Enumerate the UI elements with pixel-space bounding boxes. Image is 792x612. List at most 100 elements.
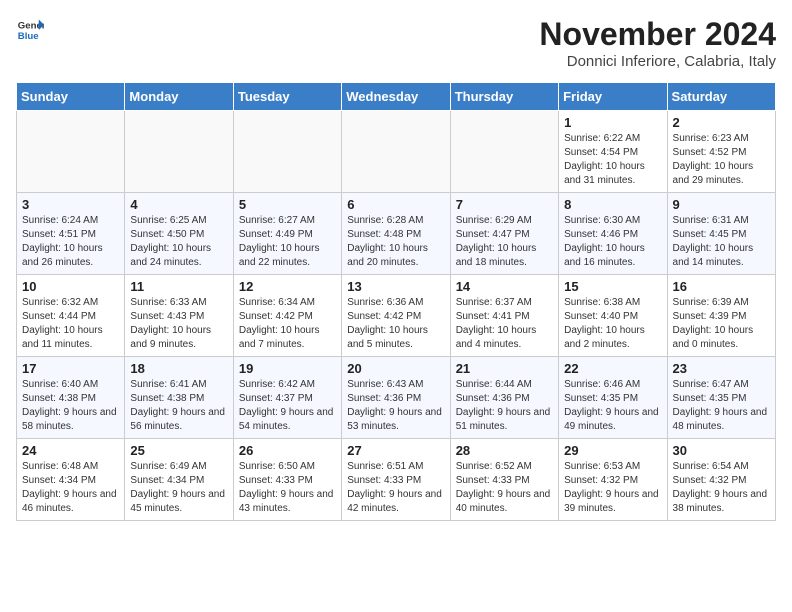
day-info: Sunrise: 6:37 AM Sunset: 4:41 PM Dayligh…: [456, 296, 553, 352]
day-number: 12: [239, 279, 336, 294]
day-info: Sunrise: 6:39 AM Sunset: 4:39 PM Dayligh…: [673, 296, 770, 352]
day-number: 10: [22, 279, 119, 294]
calendar-cell: 14 Sunrise: 6:37 AM Sunset: 4:41 PM Dayli…: [450, 275, 558, 357]
day-number: 8: [564, 197, 661, 212]
day-number: 14: [456, 279, 553, 294]
day-info: Sunrise: 6:34 AM Sunset: 4:42 PM Dayligh…: [239, 296, 336, 352]
calendar-cell: 22 Sunrise: 6:46 AM Sunset: 4:35 PM Dayli…: [559, 357, 667, 439]
day-info: Sunrise: 6:54 AM Sunset: 4:32 PM Dayligh…: [673, 460, 770, 516]
calendar-cell: 17 Sunrise: 6:40 AM Sunset: 4:38 PM Dayli…: [17, 357, 125, 439]
day-info: Sunrise: 6:29 AM Sunset: 4:47 PM Dayligh…: [456, 214, 553, 270]
day-info: Sunrise: 6:27 AM Sunset: 4:49 PM Dayligh…: [239, 214, 336, 270]
calendar-cell: 3 Sunrise: 6:24 AM Sunset: 4:51 PM Daylig…: [17, 193, 125, 275]
day-header-wednesday: Wednesday: [342, 83, 450, 111]
day-number: 6: [347, 197, 444, 212]
day-number: 1: [564, 115, 661, 130]
calendar-cell: 5 Sunrise: 6:27 AM Sunset: 4:49 PM Daylig…: [233, 193, 341, 275]
day-info: Sunrise: 6:46 AM Sunset: 4:35 PM Dayligh…: [564, 378, 661, 434]
day-number: 21: [456, 361, 553, 376]
day-number: 28: [456, 443, 553, 458]
day-header-saturday: Saturday: [667, 83, 775, 111]
day-header-monday: Monday: [125, 83, 233, 111]
day-info: Sunrise: 6:50 AM Sunset: 4:33 PM Dayligh…: [239, 460, 336, 516]
calendar-cell: [17, 111, 125, 193]
day-info: Sunrise: 6:23 AM Sunset: 4:52 PM Dayligh…: [673, 132, 770, 188]
day-info: Sunrise: 6:36 AM Sunset: 4:42 PM Dayligh…: [347, 296, 444, 352]
day-info: Sunrise: 6:52 AM Sunset: 4:33 PM Dayligh…: [456, 460, 553, 516]
day-number: 3: [22, 197, 119, 212]
day-info: Sunrise: 6:28 AM Sunset: 4:48 PM Dayligh…: [347, 214, 444, 270]
day-number: 29: [564, 443, 661, 458]
calendar-cell: 4 Sunrise: 6:25 AM Sunset: 4:50 PM Daylig…: [125, 193, 233, 275]
day-number: 2: [673, 115, 770, 130]
calendar-cell: 24 Sunrise: 6:48 AM Sunset: 4:34 PM Dayli…: [17, 439, 125, 521]
calendar-cell: 10 Sunrise: 6:32 AM Sunset: 4:44 PM Dayli…: [17, 275, 125, 357]
logo-icon: General Blue: [16, 16, 44, 44]
calendar-cell: [125, 111, 233, 193]
day-number: 27: [347, 443, 444, 458]
day-number: 22: [564, 361, 661, 376]
month-title: November 2024: [539, 16, 776, 53]
calendar-cell: 28 Sunrise: 6:52 AM Sunset: 4:33 PM Dayli…: [450, 439, 558, 521]
page-header: General Blue November 2024 Donnici Infer…: [16, 16, 776, 70]
calendar-cell: [233, 111, 341, 193]
calendar-week-row: 10 Sunrise: 6:32 AM Sunset: 4:44 PM Dayli…: [17, 275, 776, 357]
day-info: Sunrise: 6:25 AM Sunset: 4:50 PM Dayligh…: [130, 214, 227, 270]
calendar-week-row: 17 Sunrise: 6:40 AM Sunset: 4:38 PM Dayli…: [17, 357, 776, 439]
day-header-thursday: Thursday: [450, 83, 558, 111]
day-info: Sunrise: 6:49 AM Sunset: 4:34 PM Dayligh…: [130, 460, 227, 516]
day-number: 25: [130, 443, 227, 458]
calendar-week-row: 1 Sunrise: 6:22 AM Sunset: 4:54 PM Daylig…: [17, 111, 776, 193]
calendar-cell: 23Sunrise: 6:47 AM Sunset: 4:35 PM Dayli…: [667, 357, 775, 439]
calendar-week-row: 24 Sunrise: 6:48 AM Sunset: 4:34 PM Dayli…: [17, 439, 776, 521]
calendar-cell: 25 Sunrise: 6:49 AM Sunset: 4:34 PM Dayli…: [125, 439, 233, 521]
day-info: Sunrise: 6:31 AM Sunset: 4:45 PM Dayligh…: [673, 214, 770, 270]
calendar-cell: 16 Sunrise: 6:39 AM Sunset: 4:39 PM Dayli…: [667, 275, 775, 357]
day-number: 13: [347, 279, 444, 294]
day-info: Sunrise: 6:44 AM Sunset: 4:36 PM Dayligh…: [456, 378, 553, 434]
day-info: Sunrise: 6:33 AM Sunset: 4:43 PM Dayligh…: [130, 296, 227, 352]
day-info: Sunrise: 6:47 AM Sunset: 4:35 PM Dayligh…: [673, 378, 770, 434]
day-info: Sunrise: 6:43 AM Sunset: 4:36 PM Dayligh…: [347, 378, 444, 434]
day-number: 17: [22, 361, 119, 376]
day-info: Sunrise: 6:40 AM Sunset: 4:38 PM Dayligh…: [22, 378, 119, 434]
day-number: 18: [130, 361, 227, 376]
calendar-cell: [450, 111, 558, 193]
day-info: Sunrise: 6:41 AM Sunset: 4:38 PM Dayligh…: [130, 378, 227, 434]
location-subtitle: Donnici Inferiore, Calabria, Italy: [539, 53, 776, 70]
day-info: Sunrise: 6:32 AM Sunset: 4:44 PM Dayligh…: [22, 296, 119, 352]
day-info: Sunrise: 6:22 AM Sunset: 4:54 PM Dayligh…: [564, 132, 661, 188]
calendar-cell: 12 Sunrise: 6:34 AM Sunset: 4:42 PM Dayli…: [233, 275, 341, 357]
day-header-sunday: Sunday: [17, 83, 125, 111]
day-number: 26: [239, 443, 336, 458]
calendar-cell: 6 Sunrise: 6:28 AM Sunset: 4:48 PM Daylig…: [342, 193, 450, 275]
calendar-cell: 2 Sunrise: 6:23 AM Sunset: 4:52 PM Daylig…: [667, 111, 775, 193]
day-header-tuesday: Tuesday: [233, 83, 341, 111]
calendar-cell: 1 Sunrise: 6:22 AM Sunset: 4:54 PM Daylig…: [559, 111, 667, 193]
day-info: Sunrise: 6:38 AM Sunset: 4:40 PM Dayligh…: [564, 296, 661, 352]
calendar-cell: 13 Sunrise: 6:36 AM Sunset: 4:42 PM Dayli…: [342, 275, 450, 357]
day-number: 30: [673, 443, 770, 458]
day-number: 5: [239, 197, 336, 212]
day-number: 11: [130, 279, 227, 294]
calendar-cell: 30 Sunrise: 6:54 AM Sunset: 4:32 PM Dayli…: [667, 439, 775, 521]
day-number: 16: [673, 279, 770, 294]
day-number: 9: [673, 197, 770, 212]
day-number: 15: [564, 279, 661, 294]
day-info: Sunrise: 6:53 AM Sunset: 4:32 PM Dayligh…: [564, 460, 661, 516]
calendar-cell: 29 Sunrise: 6:53 AM Sunset: 4:32 PM Dayli…: [559, 439, 667, 521]
day-info: Sunrise: 6:24 AM Sunset: 4:51 PM Dayligh…: [22, 214, 119, 270]
calendar-week-row: 3 Sunrise: 6:24 AM Sunset: 4:51 PM Daylig…: [17, 193, 776, 275]
day-number: 7: [456, 197, 553, 212]
svg-text:Blue: Blue: [18, 31, 39, 42]
calendar-cell: 11 Sunrise: 6:33 AM Sunset: 4:43 PM Dayli…: [125, 275, 233, 357]
day-number: 20: [347, 361, 444, 376]
day-number: 4: [130, 197, 227, 212]
day-info: Sunrise: 6:42 AM Sunset: 4:37 PM Dayligh…: [239, 378, 336, 434]
calendar-cell: 7 Sunrise: 6:29 AM Sunset: 4:47 PM Daylig…: [450, 193, 558, 275]
day-number: 24: [22, 443, 119, 458]
calendar-header-row: SundayMondayTuesdayWednesdayThursdayFrid…: [17, 83, 776, 111]
day-info: Sunrise: 6:48 AM Sunset: 4:34 PM Dayligh…: [22, 460, 119, 516]
calendar-cell: 21 Sunrise: 6:44 AM Sunset: 4:36 PM Dayli…: [450, 357, 558, 439]
calendar-cell: 27Sunrise: 6:51 AM Sunset: 4:33 PM Dayli…: [342, 439, 450, 521]
